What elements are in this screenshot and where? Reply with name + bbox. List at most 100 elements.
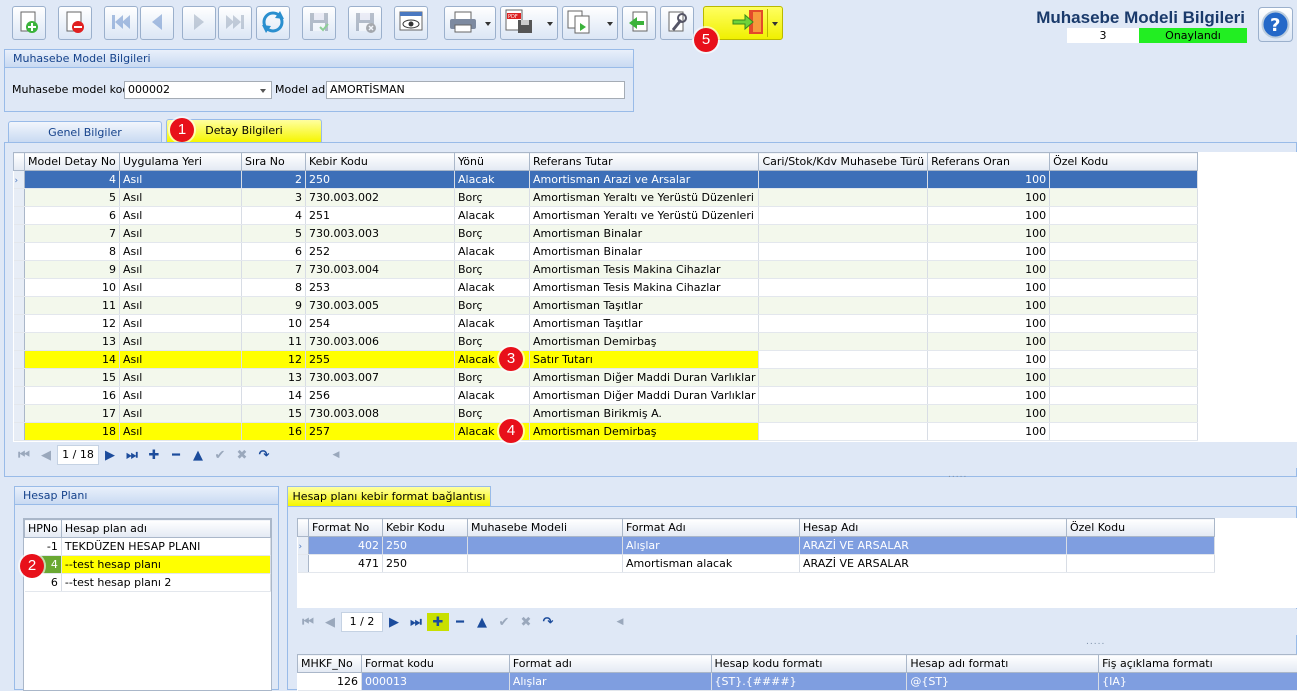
redo-icon[interactable]: ↷ [253,446,275,464]
table-row[interactable]: 13Asıl11730.003.006BorçAmortisman Demirb… [14,333,1198,351]
column-header[interactable]: Format No [309,519,383,537]
cancel-icon[interactable]: ✖ [515,613,537,631]
next-record-icon [187,10,211,37]
column-header[interactable]: Referans Tutar [530,153,759,171]
first-record-button[interactable] [104,6,138,40]
first-record-icon [109,10,133,37]
column-header[interactable]: Kebir Kodu [306,153,455,171]
format-grid-navigator: ⏮ ◀ 1 / 2 ▶ ⏭ ✚ ━ ▲ ✔ ✖ ↷ ◀ [297,609,1297,635]
prev-record-button[interactable] [140,6,174,40]
table-row[interactable]: 126 000013 Alışlar {ST}.{####} @{ST} {IA… [298,673,1297,691]
row-indicator [14,243,25,261]
column-header[interactable]: Fiş açıklama formatı [1099,655,1297,673]
remove-row-icon[interactable]: ━ [165,446,187,464]
last-page-icon[interactable]: ⏭ [405,613,427,631]
delete-record-button[interactable] [58,6,92,40]
next-page-icon[interactable]: ▶ [99,446,121,464]
table-row[interactable]: 8Asıl6252AlacakAmortisman Binalar100 [14,243,1198,261]
yonu: Borç [455,405,530,423]
referans-oran: 100 [928,297,1050,315]
table-row[interactable]: ›4Asıl2250AlacakAmortisman Arazi ve Arsa… [14,171,1198,189]
table-row[interactable]: -1 TEKDÜZEN HESAP PLANI [25,538,271,556]
save-button[interactable] [302,6,336,40]
table-row[interactable]: 5Asıl3730.003.002BorçAmortisman Yeraltı … [14,189,1198,207]
column-header[interactable]: HPNo [25,520,62,538]
add-row-icon[interactable]: ✚ [427,613,449,631]
scroll-left-icon[interactable]: ◀ [609,613,631,631]
fis-aciklama-formati: {IA} [1099,673,1297,691]
table-row[interactable]: 6 --test hesap planı 2 [25,574,271,592]
table-row[interactable]: 10Asıl8253AlacakAmortisman Tesis Makina … [14,279,1198,297]
table-row[interactable]: 7Asıl5730.003.003BorçAmortisman Binalar1… [14,225,1198,243]
model-code-select[interactable]: 000002 [124,81,272,99]
table-row[interactable]: 17Asıl15730.003.008BorçAmortisman Birikm… [14,405,1198,423]
tab-general[interactable]: Genel Bilgiler [8,121,162,142]
model-name-input[interactable]: AMORTİSMAN [326,81,625,99]
ozel-kodu [1050,405,1198,423]
prev-page-icon[interactable]: ◀ [319,613,341,631]
column-header[interactable]: Model Detay No [25,153,120,171]
column-header[interactable]: Format adı [509,655,711,673]
column-header[interactable]: Cari/Stok/Kdv Muhasebe Türü [759,153,928,171]
help-button[interactable]: ? [1258,7,1293,42]
confirm-icon[interactable]: ✔ [493,613,515,631]
column-header[interactable]: Hesap plan adı [61,520,270,538]
table-row[interactable]: 6Asıl4251AlacakAmortisman Yeraltı ve Yer… [14,207,1198,225]
table-row[interactable]: 15Asıl13730.003.007BorçAmortisman Diğer … [14,369,1198,387]
column-header[interactable]: Hesap adı formatı [907,655,1099,673]
tools-button[interactable] [660,6,694,40]
table-row[interactable]: 9Asıl7730.003.004BorçAmortisman Tesis Ma… [14,261,1198,279]
table-row[interactable]: 4 --test hesap planı [25,556,271,574]
print-button[interactable] [444,6,496,40]
column-header[interactable]: Format kodu [361,655,509,673]
column-header[interactable]: Yönü [455,153,530,171]
table-row[interactable]: 471 250 Amortisman alacak ARAZİ VE ARSAL… [298,555,1215,573]
uygulama-yeri: Asıl [120,405,242,423]
column-header[interactable]: Muhasebe Modeli [468,519,623,537]
pdf-export-button[interactable]: PDF [500,6,558,40]
remove-row-icon[interactable]: ━ [449,613,471,631]
table-row[interactable]: › 402 250 Alışlar ARAZİ VE ARSALAR [298,537,1215,555]
column-header[interactable]: MHKF_No [298,655,362,673]
column-header[interactable]: Kebir Kodu [383,519,468,537]
column-header[interactable]: Özel Kodu [1050,153,1198,171]
column-header[interactable]: Hesap Adı [800,519,1067,537]
splitter-handle[interactable]: ..... [948,470,967,480]
table-row[interactable]: 11Asıl9730.003.005BorçAmortisman Taşıtla… [14,297,1198,315]
preview-button[interactable] [394,6,428,40]
splitter-handle[interactable]: ..... [1086,637,1105,647]
column-header[interactable]: Uygulama Yeri [120,153,242,171]
table-row[interactable]: 16Asıl14256AlacakAmortisman Diğer Maddi … [14,387,1198,405]
table-row[interactable]: 12Asıl10254AlacakAmortisman Taşıtlar100 [14,315,1198,333]
scroll-left-icon[interactable]: ◀ [325,446,347,464]
column-header[interactable]: Format Adı [623,519,800,537]
last-record-button[interactable] [218,6,252,40]
first-page-icon[interactable]: ⏮ [297,613,319,631]
exit-door-icon [731,8,767,39]
save-close-button[interactable] [348,6,382,40]
move-up-icon[interactable]: ▲ [187,446,209,464]
column-header[interactable]: Referans Oran [928,153,1050,171]
cancel-icon[interactable]: ✖ [231,446,253,464]
column-header[interactable]: Özel Kodu [1067,519,1215,537]
back-button[interactable] [622,6,656,40]
add-row-icon[interactable]: ✚ [143,446,165,464]
new-record-button[interactable] [12,6,46,40]
next-page-icon[interactable]: ▶ [383,613,405,631]
copy-button[interactable] [562,6,618,40]
chevron-right-icon: › [298,542,303,552]
prev-page-icon[interactable]: ◀ [35,446,57,464]
last-page-icon[interactable]: ⏭ [121,446,143,464]
first-page-icon[interactable]: ⏮ [13,446,35,464]
confirm-icon[interactable]: ✔ [209,446,231,464]
next-record-button[interactable] [182,6,216,40]
chevron-down-icon[interactable] [260,89,266,93]
move-up-icon[interactable]: ▲ [471,613,493,631]
redo-icon[interactable]: ↷ [537,613,559,631]
column-header[interactable]: Hesap kodu formatı [711,655,907,673]
column-header[interactable]: Sıra No [242,153,306,171]
muhasebe-turu [759,333,928,351]
table-row[interactable]: 14Asıl12255AlacakSatır Tutarı100 [14,351,1198,369]
table-row[interactable]: 18Asıl16257AlacakAmortisman Demirbaş100 [14,423,1198,441]
refresh-button[interactable] [256,6,290,40]
